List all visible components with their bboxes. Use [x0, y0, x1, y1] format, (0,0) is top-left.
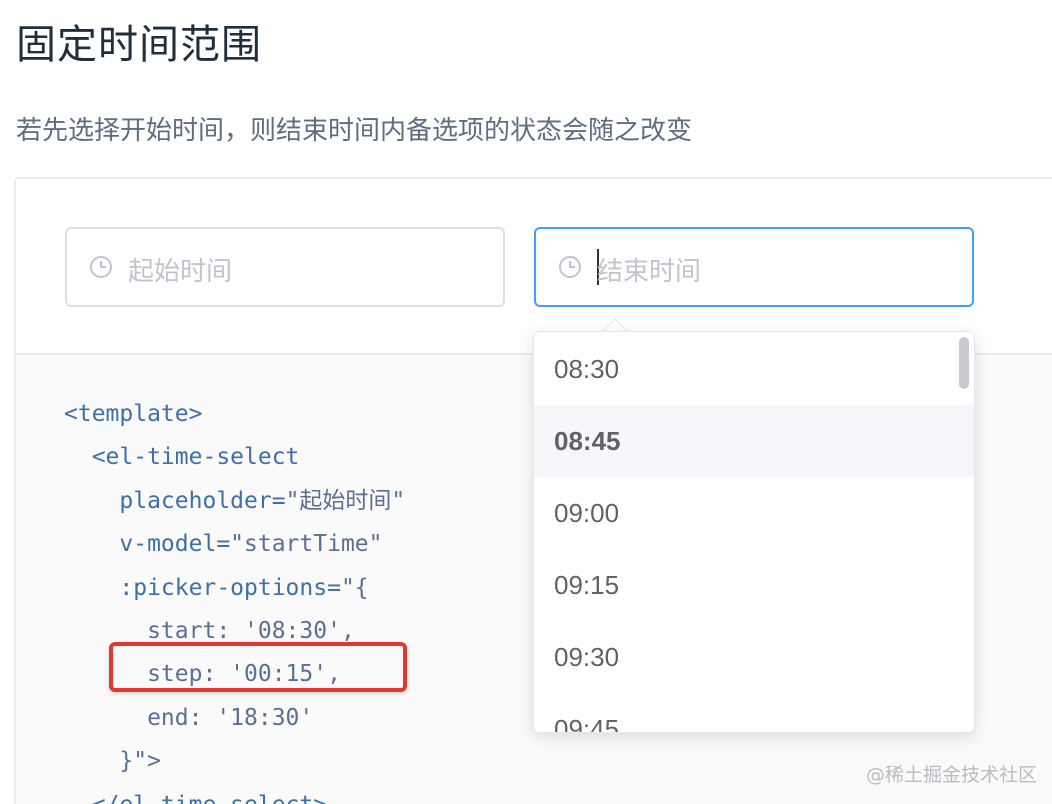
dropdown-scrollbar[interactable] [959, 337, 969, 389]
code-line: <el-time-select [64, 436, 405, 479]
time-dropdown[interactable]: 09:45 09:30 09:15 09:00 08:45 08:30 [533, 331, 975, 733]
clock-icon [559, 256, 581, 278]
time-option[interactable]: 09:45 [534, 693, 974, 732]
watermark: @稀土掘金技术社区 [866, 764, 1038, 786]
code-token: "{ [340, 574, 369, 601]
code-token: placeholder= [64, 487, 286, 514]
code-token: end: '18:30' [64, 704, 314, 731]
code-line: v-model="startTime" [64, 523, 405, 566]
highlight-annotation [109, 642, 407, 692]
end-time-placeholder: 结束时间 [597, 257, 702, 287]
code-line: end: '18:30' [64, 697, 405, 740]
code-token: </el-time-select> [64, 792, 327, 804]
code-line: }"> [64, 740, 405, 783]
code-line: </el-time-select> [64, 784, 405, 804]
time-option[interactable]: 09:15 [534, 549, 974, 621]
code-token: <template> [64, 401, 203, 427]
code-token: "起始时间" [285, 487, 406, 514]
start-time-placeholder: 起始时间 [128, 257, 233, 287]
time-option[interactable]: 09:30 [534, 621, 974, 693]
start-time-input[interactable]: 起始时间 [65, 227, 505, 307]
code-line: <template> [64, 393, 405, 436]
end-time-input[interactable]: 结束时间 [534, 227, 974, 307]
page-description: 若先选择开始时间，则结束时间内备选项的状态会随之改变 [16, 116, 693, 146]
page: 固定时间范围 若先选择开始时间，则结束时间内备选项的状态会随之改变 起始时间 结… [0, 0, 1052, 804]
code-token: v-model= [64, 531, 231, 558]
time-option[interactable]: 08:45 [534, 405, 974, 477]
code-token: :picker-options= [64, 574, 341, 601]
page-title: 固定时间范围 [16, 22, 262, 68]
time-option[interactable]: 09:00 [534, 477, 974, 549]
code-token: <el-time-select [64, 444, 300, 471]
clock-icon [90, 256, 112, 278]
time-option[interactable]: 08:30 [534, 333, 974, 405]
code-token: start: '08:30', [64, 617, 355, 644]
code-token: "startTime" [230, 531, 383, 558]
code-line: placeholder="起始时间" [64, 480, 405, 523]
demo-source: 起始时间 结束时间 [16, 179, 1052, 355]
code-block: <template> <el-time-select placeholder="… [64, 393, 405, 804]
code-token: }"> [64, 748, 161, 775]
code-line: :picker-options="{ [64, 567, 405, 610]
